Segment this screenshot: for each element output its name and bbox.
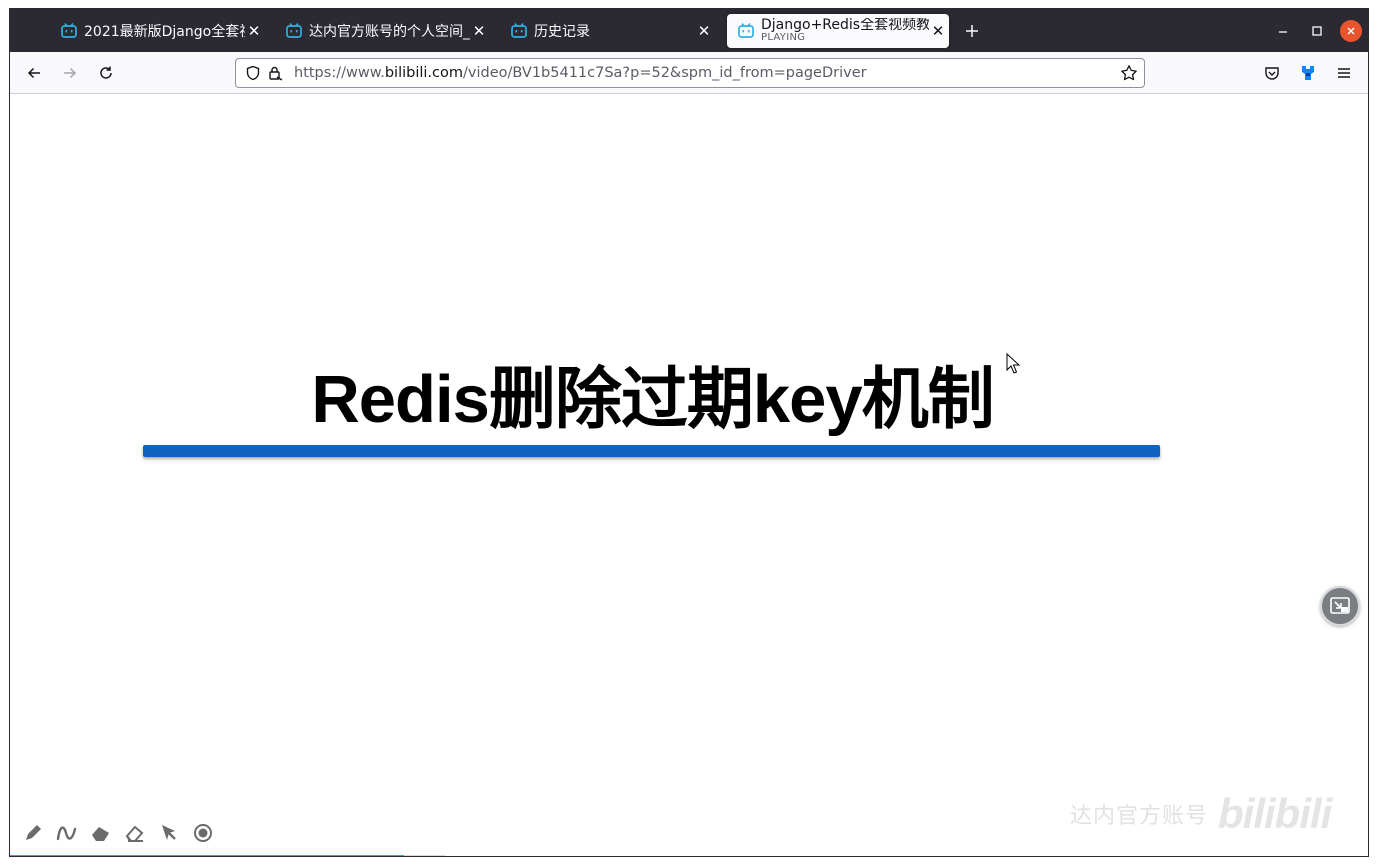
pocket-icon [1265,67,1279,80]
picture-in-picture-icon [1330,597,1350,614]
maximize-button[interactable] [1306,20,1328,42]
slide-title: Redis删除过期key机制 [311,362,994,437]
tab-title: 2021最新版Django全套视 [84,24,245,40]
highlighter-tool-icon[interactable] [90,822,112,844]
tab-strip: 2021最新版Django全套视 ✕ 达内官方账号的个人空间_ ✕ 历史记录 ✕… [10,9,1368,52]
menu-button[interactable] [1334,63,1354,83]
video-progress-bar[interactable] [10,855,1368,856]
tab-close-icon[interactable]: ✕ [470,22,488,40]
bilibili-tab-icon [61,23,77,38]
tab-history[interactable]: 历史记录 ✕ [500,14,715,48]
pocket-button[interactable] [1262,63,1282,83]
watermark-uploader-text: 达内官方账号 [1070,804,1209,829]
tab-tarena-space[interactable]: 达内官方账号的个人空间_ ✕ [275,14,490,48]
reload-icon [100,66,112,79]
progress-buffered [403,855,445,856]
tab-close-icon[interactable]: ✕ [929,22,947,40]
close-icon [1347,27,1355,35]
eraser-tool-icon[interactable] [124,822,146,844]
minimize-button[interactable] [1272,20,1294,42]
reload-button[interactable] [93,61,119,85]
url-host: bilibili.com [384,65,464,81]
bilibili-watermark: 达内官方账号 bilibili [1070,790,1332,838]
record-tool-icon[interactable] [192,822,214,844]
url-path: /video/BV1b5411c7Sa?p=52&spm_id_from=pag… [463,65,867,81]
hamburger-menu-icon [1338,68,1350,78]
mouse-cursor-icon [1006,353,1020,374]
bookmark-star-icon[interactable] [1120,64,1138,82]
url-prefix: https://www. [294,65,385,81]
tab-playing-label: PLAYING [761,32,806,44]
video-frame[interactable]: Redis删除过期key机制 达内官方账号 bilibili [10,95,1368,856]
tab-django-course[interactable]: 2021最新版Django全套视 ✕ [50,14,265,48]
mini-player-button[interactable] [1320,586,1360,626]
url-text[interactable]: https://www.bilibili.com/video/BV1b5411c… [294,65,867,81]
tab-title: 历史记录 [534,24,590,40]
close-window-button[interactable] [1340,20,1362,42]
extension-icon [1302,66,1314,80]
back-button[interactable] [21,61,47,85]
progress-played [10,855,404,856]
forward-button[interactable] [57,61,83,85]
maximize-icon [1312,26,1322,36]
bilibili-tab-icon [286,23,302,38]
plus-icon [966,25,978,37]
navigation-bar: https://www.bilibili.com/video/BV1b5411c… [10,52,1368,94]
browser-window: 2021最新版Django全套视 ✕ 达内官方账号的个人空间_ ✕ 历史记录 ✕… [9,8,1369,857]
bilibili-logo: bilibili [1218,790,1332,837]
annotation-toolbar [22,822,214,844]
arrow-right-icon [64,67,77,79]
address-bar[interactable]: https://www.bilibili.com/video/BV1b5411c… [235,58,1145,88]
minimize-icon [1279,31,1287,33]
pointer-tool-icon[interactable] [158,822,180,844]
tab-title: 达内官方账号的个人空间_ [309,24,470,40]
tab-django-redis-playing[interactable]: Django+Redis全套视频教 PLAYING ✕ [727,14,949,48]
bilibili-tab-icon [511,23,527,38]
shield-icon[interactable] [244,64,262,82]
extension-button[interactable] [1298,63,1318,83]
pen-tool-icon[interactable] [22,822,44,844]
slide-underline-bar [143,445,1160,457]
tab-close-icon[interactable]: ✕ [245,22,263,40]
tab-close-icon[interactable]: ✕ [695,22,713,40]
tab-title: Django+Redis全套视频教 [761,18,929,34]
lock-icon[interactable] [266,64,284,82]
curve-tool-icon[interactable] [56,822,78,844]
arrow-left-icon [27,67,40,79]
bilibili-tab-icon [738,23,754,38]
new-tab-button[interactable] [961,20,983,42]
